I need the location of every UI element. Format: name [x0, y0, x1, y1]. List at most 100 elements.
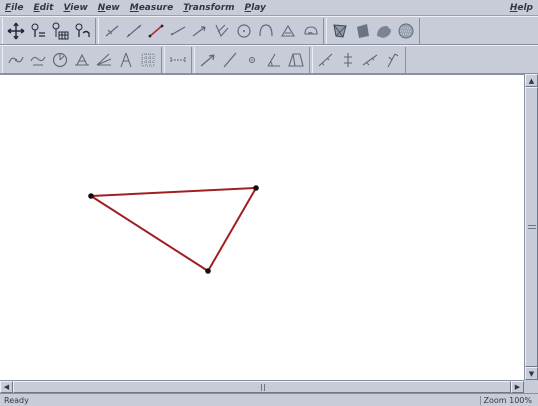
point-label-tool[interactable]: [27, 19, 49, 43]
grid-label-tool[interactable]: [49, 19, 71, 43]
triangle-side-ca[interactable]: [90, 195, 209, 272]
thumb-grip-line: [264, 384, 265, 391]
parallelogram-tool[interactable]: [285, 48, 307, 72]
triangle-vertex-c[interactable]: [205, 268, 211, 274]
rotate-icon: [52, 52, 68, 67]
scroll-up-button[interactable]: ▲: [525, 74, 538, 87]
thumb-grip-line: [261, 384, 262, 391]
grid-icon: [141, 53, 155, 66]
polygon-tool[interactable]: [277, 19, 299, 43]
angle-bisector-tool[interactable]: [93, 48, 115, 72]
menu-new[interactable]: New: [93, 3, 125, 13]
dilate-icon: [362, 54, 378, 65]
translate-icon: [344, 52, 352, 67]
arrow-up-icon: ▲: [528, 76, 535, 85]
angle-bisector-icon: [96, 53, 112, 66]
horizontal-scroll-thumb[interactable]: [13, 381, 511, 393]
translate-tool[interactable]: [337, 48, 359, 72]
arrow-icon: [200, 53, 215, 66]
toolbar-group-draw: [98, 17, 324, 44]
thumb-grip-line: [528, 228, 536, 229]
menu-play[interactable]: Play: [240, 3, 271, 13]
toolbar-construct: [0, 16, 538, 45]
reflect-tool[interactable]: [315, 48, 337, 72]
thumb-grip-line: [528, 225, 536, 226]
toolbar-measure: [0, 45, 538, 74]
horizontal-scrollbar[interactable]: ◀ ▶: [0, 380, 524, 393]
drawing-canvas[interactable]: [0, 74, 524, 380]
ray-icon: [170, 25, 186, 36]
perpendicular-tool[interactable]: [211, 19, 233, 43]
point-label-alt-icon: [75, 23, 90, 37]
dimension-icon: [170, 56, 186, 63]
vertical-scroll-thumb[interactable]: [525, 87, 538, 367]
scroll-right-button[interactable]: ▶: [511, 381, 524, 393]
toolbar-group-dimension: [164, 46, 192, 73]
fill-tool[interactable]: [329, 19, 351, 43]
center-dot-tool[interactable]: [241, 48, 263, 72]
compass-icon: [120, 52, 132, 67]
grid-label-icon: [52, 22, 69, 39]
scroll-down-button[interactable]: ▼: [525, 367, 538, 380]
sector-icon: [304, 25, 318, 35]
arc-icon: [259, 23, 273, 36]
fill-shade-icon: [357, 23, 369, 38]
stretch-tool[interactable]: [381, 48, 403, 72]
colored-segment-tool[interactable]: [145, 19, 167, 43]
dimension-tool[interactable]: [167, 48, 189, 72]
arrow-tool[interactable]: [197, 48, 219, 72]
menu-file[interactable]: File: [0, 3, 28, 13]
toolbar-group-construct: [194, 46, 310, 73]
line-tool[interactable]: [123, 19, 145, 43]
grid-tool[interactable]: [137, 48, 159, 72]
compass-tool[interactable]: [115, 48, 137, 72]
zoom-level: Zoom 100%: [479, 395, 538, 405]
scroll-left-button[interactable]: ◀: [0, 381, 13, 393]
scroll-corner: [524, 380, 538, 393]
angle-tool[interactable]: [263, 48, 285, 72]
arc-tool[interactable]: [255, 19, 277, 43]
fill-shade-tool[interactable]: [351, 19, 373, 43]
measure-tool[interactable]: [71, 48, 93, 72]
menu-transform[interactable]: Transform: [178, 3, 239, 13]
measure-icon: [75, 53, 89, 66]
trace-tool[interactable]: [27, 48, 49, 72]
vertical-scrollbar[interactable]: ▲ ▼: [524, 74, 538, 380]
fill-icon: [333, 23, 347, 38]
segment-tool[interactable]: [101, 19, 123, 43]
canvas-figure: [88, 185, 259, 274]
slash-tool[interactable]: [219, 48, 241, 72]
point-label-alt-tool[interactable]: [71, 19, 93, 43]
perpendicular-icon: [215, 24, 229, 37]
ray-tool[interactable]: [167, 19, 189, 43]
menu-edit[interactable]: Edit: [28, 3, 58, 13]
toolbar-group-locus: [2, 46, 162, 73]
polygon-icon: [281, 24, 295, 37]
segment-icon: [105, 25, 119, 36]
fill-pattern-icon: [377, 25, 391, 38]
menu-view[interactable]: View: [58, 3, 92, 13]
vector-tool[interactable]: [189, 19, 211, 43]
locus-icon: [8, 56, 24, 63]
fill-dotted-tool[interactable]: [395, 19, 417, 43]
rotate-tool[interactable]: [49, 48, 71, 72]
menu-measure[interactable]: Measure: [125, 3, 178, 13]
toolbar-group-transform: [312, 46, 406, 73]
point-label-icon: [31, 23, 45, 37]
toolbar-group-select: [2, 17, 96, 44]
triangle-vertex-a[interactable]: [88, 193, 94, 199]
triangle-vertex-b[interactable]: [253, 185, 259, 191]
circle-tool[interactable]: [233, 19, 255, 43]
angle-icon: [267, 53, 280, 67]
menu-help[interactable]: Help: [505, 3, 538, 13]
locus-tool[interactable]: [5, 48, 27, 72]
move-tool[interactable]: [5, 19, 27, 43]
sector-tool[interactable]: [299, 19, 321, 43]
triangle-side-ab[interactable]: [90, 187, 257, 197]
status-bar: Ready Zoom 100%: [0, 393, 538, 406]
move-icon: [7, 22, 25, 39]
dilate-tool[interactable]: [359, 48, 381, 72]
triangle-side-bc[interactable]: [207, 187, 257, 272]
toolbar-group-fill: [326, 17, 420, 44]
fill-pattern-tool[interactable]: [373, 19, 395, 43]
